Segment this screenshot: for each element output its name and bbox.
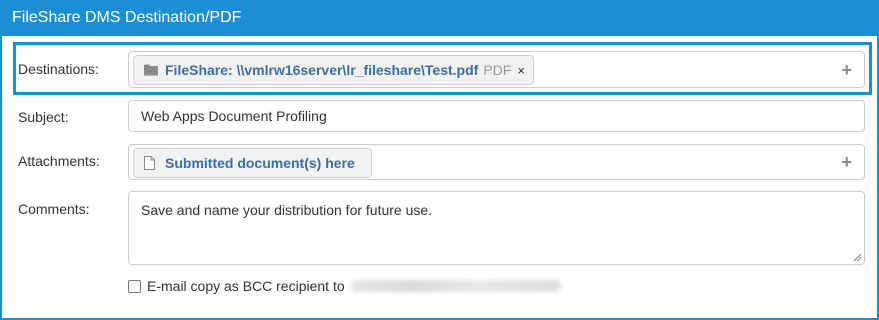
destination-chip-type: PDF — [483, 62, 512, 78]
bcc-checkbox[interactable] — [128, 279, 141, 293]
bcc-option: E-mail copy as BCC recipient to — [128, 278, 561, 294]
remove-destination-icon[interactable]: × — [517, 63, 525, 78]
document-icon — [144, 156, 155, 170]
comments-value: Save and name your distribution for futu… — [141, 202, 433, 218]
add-attachment-icon[interactable]: + — [841, 153, 852, 171]
destinations-label: Destinations: — [18, 61, 99, 77]
destination-chip-name: FileShare: \\vmlrw16server\lr_fileshare\… — [165, 62, 479, 78]
redacted-email — [350, 280, 561, 292]
panel-title: FileShare DMS Destination/PDF — [2, 0, 879, 36]
subject-label: Subject: — [18, 109, 69, 125]
bcc-label[interactable]: E-mail copy as BCC recipient to — [147, 278, 345, 294]
attachments-field[interactable]: Submitted document(s) here + — [128, 144, 865, 180]
folder-icon — [144, 64, 158, 76]
add-destination-icon[interactable]: + — [841, 61, 852, 79]
subject-value: Web Apps Document Profiling — [141, 108, 327, 124]
attachments-label: Attachments: — [18, 153, 100, 169]
subject-input[interactable]: Web Apps Document Profiling — [128, 100, 865, 132]
comments-label: Comments: — [18, 201, 90, 217]
resize-grip-icon[interactable] — [852, 252, 862, 262]
comments-textarea[interactable]: Save and name your distribution for futu… — [128, 191, 865, 265]
destination-chip[interactable]: FileShare: \\vmlrw16server\lr_fileshare\… — [133, 55, 534, 85]
destination-panel: FileShare DMS Destination/PDF Destinatio… — [0, 0, 879, 320]
attachment-chip[interactable]: Submitted document(s) here — [133, 148, 372, 178]
destinations-field[interactable]: FileShare: \\vmlrw16server\lr_fileshare\… — [128, 51, 865, 88]
attachment-chip-name: Submitted document(s) here — [165, 155, 355, 171]
